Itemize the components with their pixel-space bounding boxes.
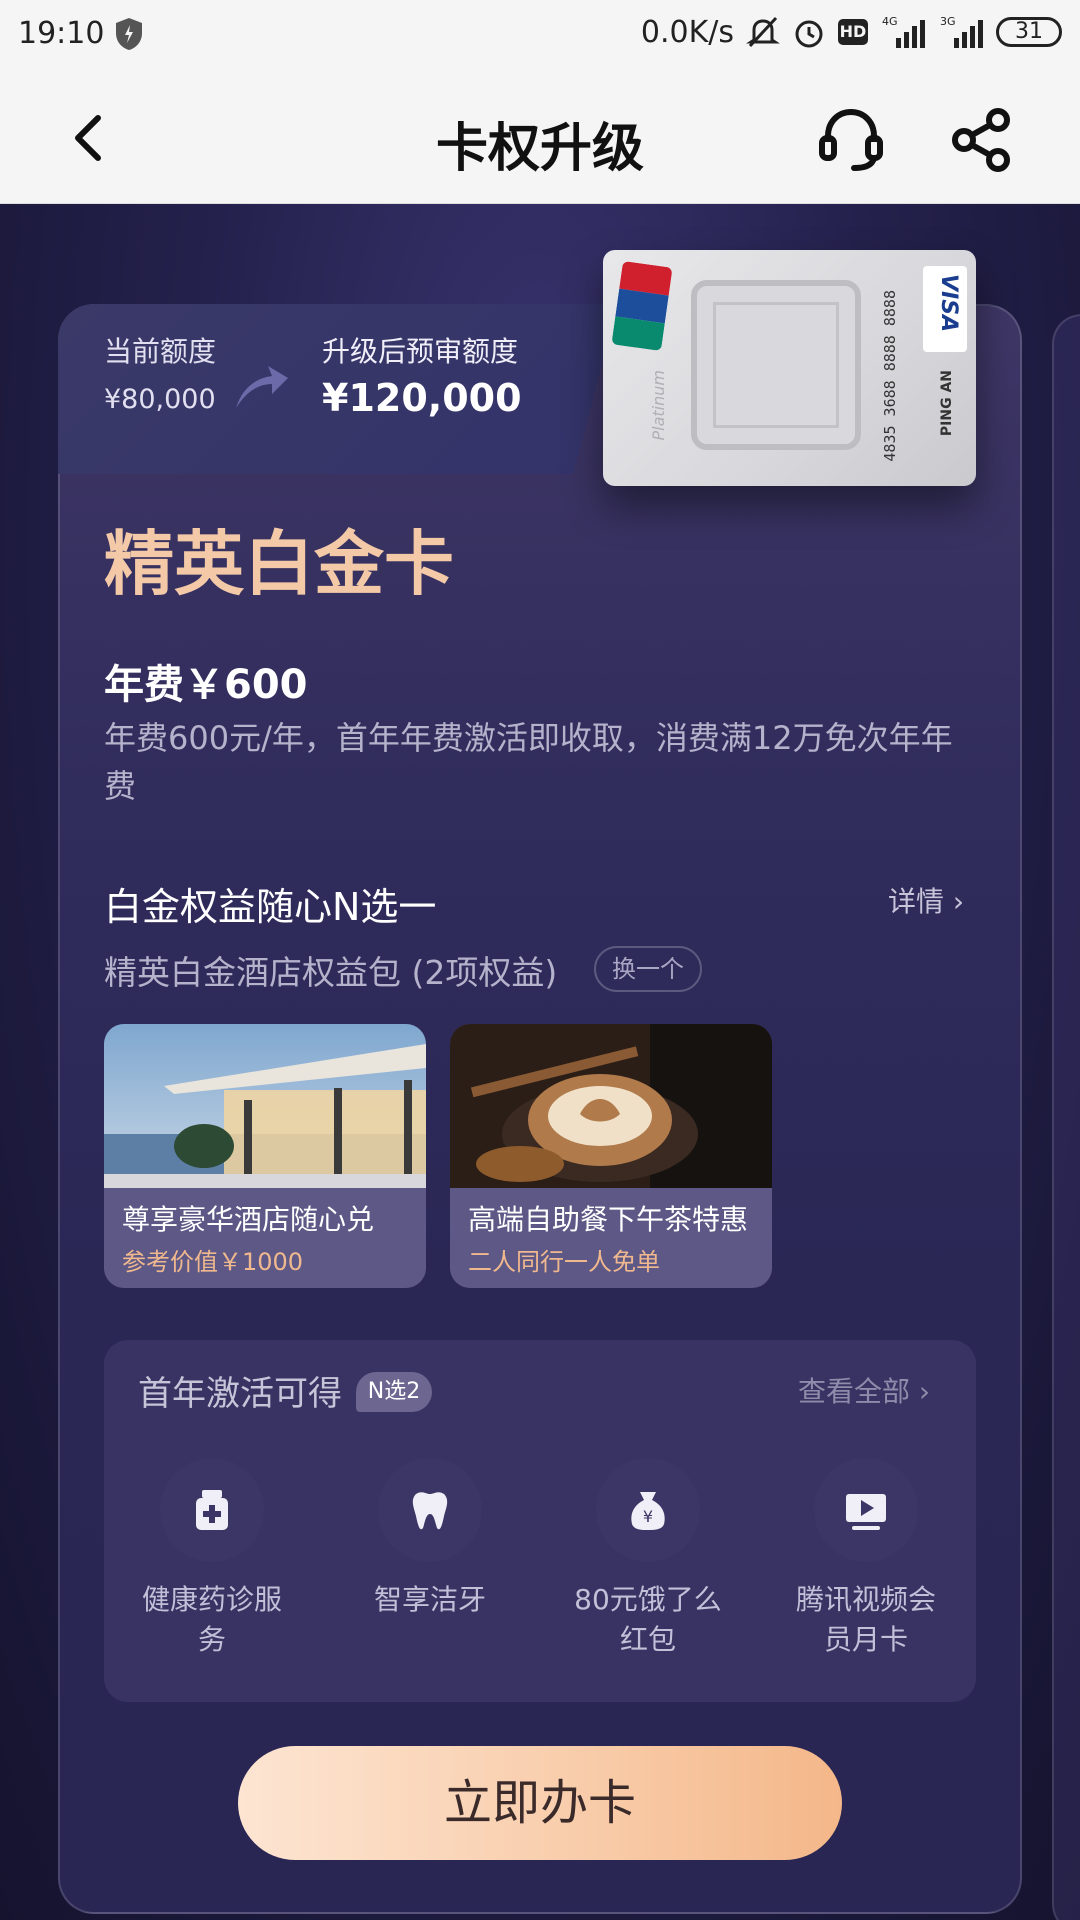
signal-4g-label: 4G <box>882 15 898 28</box>
page-title: 卡权升级 <box>435 119 644 179</box>
next-card-peek[interactable] <box>1052 314 1080 1920</box>
perk-tooth[interactable]: 智享洁牙 <box>350 1458 510 1620</box>
annual-fee-desc: 年费600元/年，首年年费激活即收取，消费满12万免次年年费 <box>104 719 953 805</box>
perk-medicine-label: 健康药诊服务 <box>141 1583 282 1656</box>
tile-hotel-title: 尊享豪华酒店随心兑 <box>122 1203 375 1236</box>
current-limit-label: 当前额度 <box>104 335 217 368</box>
tile-hotel-sub: 参考价值￥1000 <box>122 1248 304 1276</box>
medicine-icon <box>160 1458 264 1562</box>
apply-card-button[interactable]: 立即办卡 <box>238 1746 842 1860</box>
activation-badge: N选2 <box>356 1372 432 1412</box>
benefit-title: 白金权益随心N选一 <box>104 885 437 929</box>
platinum-text: Platinum <box>649 370 668 441</box>
money-bag-icon: ¥ <box>596 1458 700 1562</box>
status-time: 19:10 <box>18 16 105 51</box>
card-number: 4835 3688 8888 8888 <box>881 290 899 462</box>
visa-logo: VISA <box>923 266 967 352</box>
signal-4g-icon: 4G <box>882 15 925 48</box>
customer-service-icon[interactable] <box>816 104 886 174</box>
coffee-image <box>450 1024 772 1188</box>
unionpay-logo <box>611 260 673 352</box>
credit-card-image: Platinum 4835 3688 8888 8888 PING AN VIS… <box>603 250 976 486</box>
upgrade-arrow-icon <box>236 366 288 408</box>
card-holder: PING AN <box>939 370 955 437</box>
view-all-link[interactable]: 查看全部 › <box>798 1370 930 1410</box>
activation-title: 首年激活可得 <box>138 1374 342 1414</box>
share-icon[interactable] <box>950 106 1016 172</box>
perk-video[interactable]: 腾讯视频会员月卡 <box>786 1458 946 1660</box>
net-speed: 0.0K/s <box>640 14 734 50</box>
upgrade-limit-value: ¥120,000 <box>322 376 522 420</box>
main-content[interactable]: 当前额度 ¥80,000 升级后预审额度 ¥120,000 Platinum 4… <box>0 204 1080 1920</box>
mute-bell-icon <box>746 16 780 48</box>
chevron-right-icon: › <box>952 885 965 918</box>
hotel-image <box>104 1024 426 1188</box>
video-icon <box>814 1458 918 1562</box>
current-limit-value: ¥80,000 <box>104 384 216 415</box>
tile-buffet-sub: 二人同行一人免单 <box>468 1248 660 1276</box>
card-name: 精英白金卡 <box>104 523 454 605</box>
upgrade-limit-label: 升级后预审额度 <box>322 335 519 368</box>
detail-link-label: 详情 <box>888 885 945 918</box>
benefit-package: 精英白金酒店权益包 (2项权益) <box>104 953 558 992</box>
swap-button[interactable]: 换一个 <box>594 946 702 992</box>
perk-tooth-label: 智享洁牙 <box>373 1583 486 1616</box>
perk-video-label: 腾讯视频会员月卡 <box>795 1583 936 1656</box>
perk-redpacket[interactable]: ¥ 80元饿了么红包 <box>568 1458 728 1660</box>
benefit-tile-buffet[interactable]: 高端自助餐下午茶特惠 二人同行一人免单 <box>450 1024 772 1288</box>
perk-redpacket-label: 80元饿了么红包 <box>574 1583 722 1656</box>
shield-icon <box>116 18 142 50</box>
tile-buffet-title: 高端自助餐下午茶特惠 <box>468 1203 749 1236</box>
view-all-label: 查看全部 <box>798 1375 911 1408</box>
benefit-tile-hotel[interactable]: 尊享豪华酒店随心兑 参考价值￥1000 <box>104 1024 426 1288</box>
annual-fee-title: 年费￥600 <box>104 662 308 708</box>
signal-3g-label: 3G <box>940 15 956 28</box>
hd-badge: HD <box>838 19 868 45</box>
seal-emblem <box>691 280 861 450</box>
detail-link[interactable]: 详情 › <box>888 880 964 920</box>
status-bar: 19:10 0.0K/s HD 4G 3G 31 <box>0 0 1080 72</box>
status-icons: 0.0K/s HD 4G 3G 31 <box>641 14 1062 50</box>
title-bar: 卡权升级 <box>0 72 1080 204</box>
chevron-right-icon: › <box>918 1375 931 1408</box>
perk-medicine[interactable]: 健康药诊服务 <box>132 1458 292 1660</box>
signal-3g-icon: 3G <box>940 15 983 48</box>
battery-icon: 31 <box>996 17 1062 47</box>
alarm-icon <box>795 20 823 48</box>
tooth-icon <box>378 1458 482 1562</box>
svg-text:¥: ¥ <box>643 1507 653 1526</box>
